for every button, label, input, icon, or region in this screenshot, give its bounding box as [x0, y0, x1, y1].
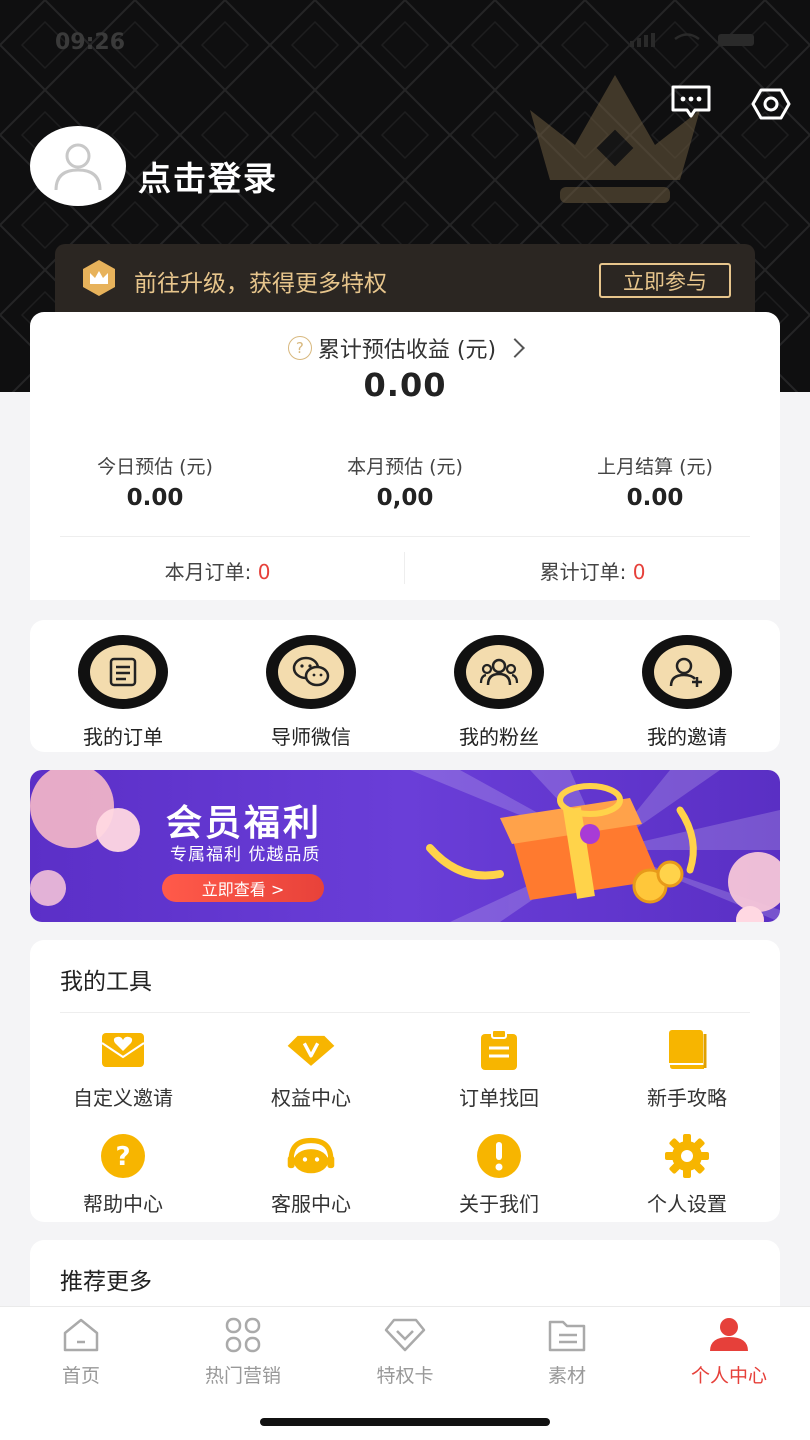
stat-this-month: 本月预估 (元) 0,00 [280, 452, 530, 511]
question-icon: ? [101, 1134, 145, 1178]
quick-label: 导师微信 [271, 725, 351, 749]
tool-label: 个人设置 [647, 1192, 727, 1216]
exclamation-icon [477, 1134, 521, 1178]
quick-actions: 我的订单 导师微信 我的粉丝 我的邀请 [30, 620, 780, 752]
benefits-center-tool[interactable]: 权益中心 [218, 1028, 404, 1111]
order-retrieve-tool[interactable]: 订单找回 [406, 1028, 592, 1111]
message-icon[interactable] [668, 82, 714, 122]
status-time: 09:26 [55, 30, 126, 55]
svg-text:?: ? [115, 1142, 130, 1172]
tab-label: 特权卡 [376, 1365, 434, 1387]
chevron-right-icon [505, 338, 525, 358]
tab-personal-center[interactable]: 个人中心 [648, 1315, 810, 1388]
tab-home[interactable]: 首页 [0, 1315, 162, 1388]
monthly-orders[interactable]: 本月订单: 0 [30, 556, 405, 585]
orders-count: 0 [257, 560, 271, 584]
status-bar: 09:26 [0, 0, 810, 80]
tab-materials[interactable]: 素材 [486, 1315, 648, 1388]
earnings-card: ? 累计预估收益 (元) 0.00 今日预估 (元) 0.00 本月预估 (元)… [30, 312, 780, 600]
tab-label: 素材 [547, 1365, 586, 1387]
tab-privilege-card[interactable]: 特权卡 [324, 1315, 486, 1388]
banner-subtitle: 专属福利 优越品质 [170, 845, 321, 865]
clipboard-icon [481, 1029, 517, 1070]
tool-label: 订单找回 [459, 1086, 539, 1110]
grid-icon [225, 1317, 261, 1353]
book-icon [668, 1030, 707, 1071]
fans-icon [479, 658, 519, 686]
settings-icon[interactable] [748, 84, 794, 124]
personal-settings-tool[interactable]: 个人设置 [594, 1134, 780, 1217]
wechat-icon [292, 656, 330, 687]
stat-value: 0.00 [126, 485, 184, 511]
tool-label: 自定义邀请 [73, 1086, 173, 1110]
stat-value: 0,00 [376, 485, 434, 511]
stat-value: 0.00 [626, 485, 684, 511]
default-avatar-icon [54, 143, 102, 191]
quick-label: 我的邀请 [647, 725, 727, 749]
join-now-button[interactable]: 立即参与 [599, 263, 731, 298]
mentor-wechat-button[interactable]: 导师微信 [218, 635, 404, 750]
total-orders[interactable]: 累计订单: 0 [405, 556, 780, 585]
customer-service-tool[interactable]: 客服中心 [218, 1134, 404, 1217]
total-earnings-value: 0.00 [363, 366, 447, 404]
headset-icon [287, 1137, 335, 1174]
beginner-guide-tool[interactable]: 新手攻略 [594, 1028, 780, 1111]
envelope-heart-icon [101, 1033, 145, 1067]
custom-invite-tool[interactable]: 自定义邀请 [30, 1028, 216, 1111]
diamond-icon [384, 1318, 426, 1352]
upgrade-banner: 前往升级，获得更多特权 立即参与 [55, 244, 755, 312]
tab-hot-marketing[interactable]: 热门营销 [162, 1315, 324, 1388]
crown-icon [83, 260, 115, 296]
avatar[interactable] [30, 126, 126, 206]
my-orders-button[interactable]: 我的订单 [30, 635, 216, 750]
tool-label: 新手攻略 [647, 1086, 727, 1110]
status-indicators-icon [630, 33, 754, 47]
tool-label: 权益中心 [271, 1086, 351, 1110]
diamond-v-icon [287, 1035, 335, 1066]
total-earnings-link[interactable]: ? 累计预估收益 (元) [30, 332, 780, 364]
orders-count: 0 [632, 560, 646, 584]
gear-icon [665, 1134, 709, 1178]
tab-label: 个人中心 [690, 1365, 767, 1387]
help-center-tool[interactable]: ? 帮助中心 [30, 1134, 216, 1217]
folder-icon [548, 1320, 586, 1352]
tool-label: 关于我们 [459, 1192, 539, 1216]
stat-last-month: 上月结算 (元) 0.00 [530, 452, 780, 511]
view-now-button[interactable]: 立即查看 > [162, 874, 324, 902]
login-link[interactable]: 点击登录 [138, 152, 278, 200]
banner-decoration [30, 770, 780, 922]
quick-label: 我的订单 [83, 725, 163, 749]
orders-label: 累计订单: [539, 560, 633, 584]
section-title: 我的工具 [60, 969, 152, 995]
order-list-icon [109, 657, 137, 687]
my-fans-button[interactable]: 我的粉丝 [406, 635, 592, 750]
stat-label: 本月预估 (元) [347, 456, 463, 478]
about-us-tool[interactable]: 关于我们 [406, 1134, 592, 1217]
person-icon [710, 1318, 748, 1351]
orders-label: 本月订单: [164, 560, 258, 584]
home-icon [63, 1318, 99, 1352]
tool-label: 客服中心 [271, 1192, 351, 1216]
invite-user-icon [669, 657, 702, 687]
tool-label: 帮助中心 [83, 1192, 163, 1216]
divider [60, 536, 750, 537]
total-earnings-label: 累计预估收益 (元) [317, 338, 497, 363]
member-benefits-banner[interactable]: 会员福利 专属福利 优越品质 立即查看 > [30, 770, 780, 922]
stat-label: 今日预估 (元) [97, 456, 213, 478]
stat-label: 上月结算 (元) [597, 456, 713, 478]
home-indicator [260, 1418, 550, 1426]
section-title: 推荐更多 [60, 1269, 152, 1295]
stat-today: 今日预估 (元) 0.00 [30, 452, 280, 511]
banner-title: 会员福利 [166, 803, 323, 844]
my-invites-button[interactable]: 我的邀请 [594, 635, 780, 750]
divider [60, 1012, 750, 1013]
tab-label: 首页 [61, 1365, 100, 1387]
upgrade-text: 前往升级，获得更多特权 [134, 271, 387, 297]
help-circle-icon[interactable]: ? [287, 336, 312, 360]
tab-label: 热门营销 [204, 1365, 281, 1387]
my-tools-section: 我的工具 自定义邀请 权益中心 订单找回 新手攻略 ? 帮助中心 客服中心 关于… [30, 940, 780, 1222]
quick-label: 我的粉丝 [459, 725, 539, 749]
